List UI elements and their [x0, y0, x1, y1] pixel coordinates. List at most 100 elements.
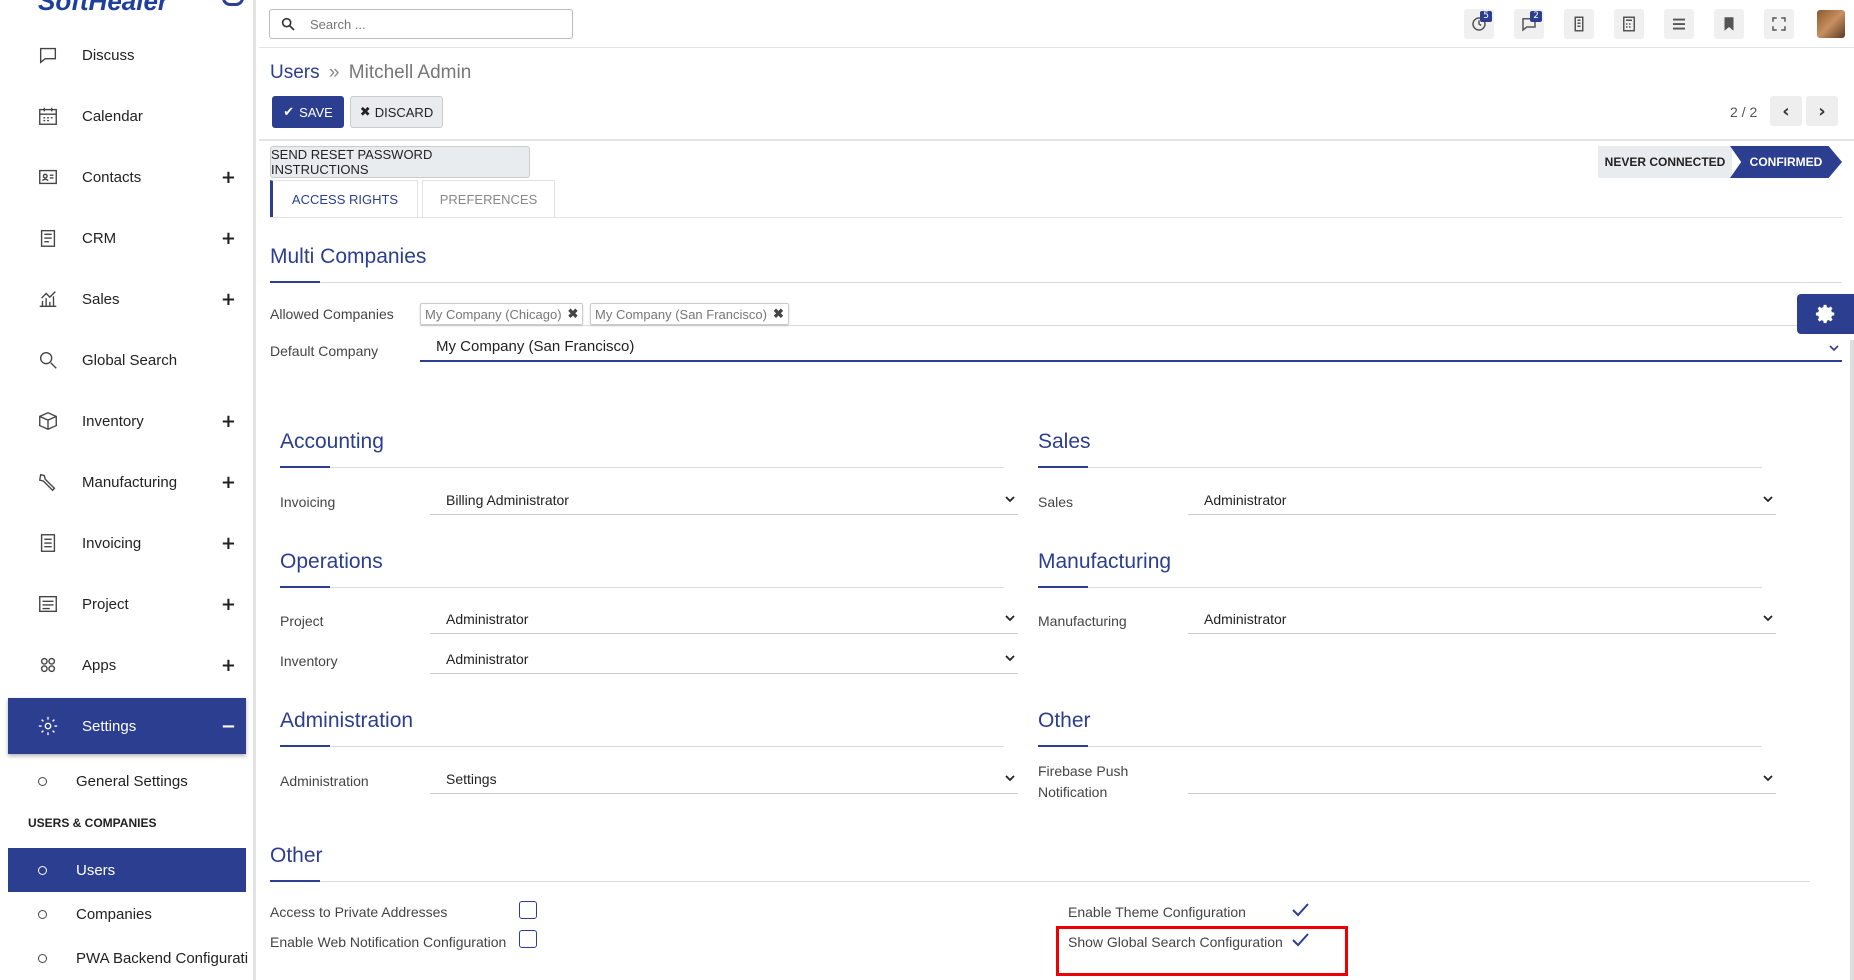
chevron-down-icon	[1005, 496, 1015, 503]
mobile-button[interactable]	[1564, 9, 1594, 39]
wrench-icon	[36, 470, 60, 494]
remove-tag-icon[interactable]: ✖	[568, 306, 579, 322]
theme-config-checkbox[interactable]	[1290, 902, 1310, 918]
sidebar-subitem-label: General Settings	[76, 772, 188, 790]
search-box[interactable]	[269, 9, 573, 39]
sidebar-item-discuss[interactable]: Discuss	[8, 27, 246, 83]
apps-icon	[36, 653, 60, 677]
invoicing-select[interactable]: Billing Administrator	[430, 485, 1018, 515]
expand-plus-icon[interactable]: +	[221, 655, 236, 676]
expand-plus-icon[interactable]: +	[221, 167, 236, 188]
search-icon	[281, 17, 295, 31]
section-divider	[280, 586, 1004, 588]
firebase-select[interactable]	[1188, 764, 1776, 794]
bullet-icon	[38, 909, 47, 919]
inventory-select[interactable]: Administrator	[430, 644, 1018, 674]
highlight-annotation-box	[1056, 926, 1348, 976]
breadcrumb-users[interactable]: Users	[270, 62, 320, 83]
menu-button[interactable]	[1664, 9, 1694, 39]
discard-button-label: DISCARD	[374, 104, 434, 120]
firebase-label-line-2: Notification	[1038, 784, 1108, 800]
expand-plus-icon[interactable]: +	[221, 472, 236, 493]
invoicing-label: Invoicing	[280, 494, 336, 510]
sidebar-item-settings[interactable]: Settings −	[8, 698, 246, 754]
sidebar-item-label: Project	[82, 595, 129, 613]
sidebar-item-contacts[interactable]: Contacts +	[8, 149, 246, 205]
sidebar-subitem-general-settings[interactable]: General Settings	[8, 759, 246, 803]
private-addresses-label: Access to Private Addresses	[270, 904, 448, 920]
bullet-icon	[38, 953, 47, 963]
chevron-down-icon	[1005, 615, 1015, 622]
sidebar-item-project[interactable]: Project +	[8, 576, 246, 632]
sidebar-item-manufacturing[interactable]: Manufacturing +	[8, 454, 246, 510]
sales-select[interactable]: Administrator	[1188, 485, 1776, 515]
sidebar-item-inventory[interactable]: Inventory +	[8, 393, 246, 449]
sidebar-item-global-search[interactable]: Global Search	[8, 332, 246, 388]
sales-label: Sales	[1038, 494, 1074, 510]
chevron-down-icon	[1763, 496, 1773, 503]
section-title-multi-companies: Multi Companies	[270, 245, 427, 268]
project-select[interactable]: Administrator	[430, 604, 1018, 634]
sidebar-item-sales[interactable]: Sales +	[8, 271, 246, 327]
search-input[interactable]	[310, 16, 550, 32]
tabs-divider	[270, 217, 1842, 218]
pager-value[interactable]: 2 / 2	[1730, 104, 1757, 120]
default-company-select[interactable]: My Company (San Francisco)	[420, 332, 1842, 362]
sidebar-item-calendar[interactable]: Calendar	[8, 88, 246, 144]
sales-value: Administrator	[1204, 491, 1287, 508]
manufacturing-select[interactable]: Administrator	[1188, 604, 1776, 634]
search-icon	[36, 348, 60, 372]
tab-preferences[interactable]: PREFERENCES	[422, 180, 555, 218]
scrollbar[interactable]	[1850, 340, 1854, 980]
sidebar-item-invoicing[interactable]: Invoicing +	[8, 515, 246, 571]
tag-company-chicago: My Company (Chicago) ✖	[420, 303, 584, 325]
default-company-label: Default Company	[270, 343, 379, 359]
expand-plus-icon[interactable]: +	[221, 533, 236, 554]
contact-card-icon	[36, 165, 60, 189]
section-divider	[280, 466, 1004, 468]
sidebar-item-label: Manufacturing	[82, 473, 178, 491]
allowed-companies-underline	[420, 325, 1842, 326]
section-title-sales: Sales	[1038, 430, 1091, 453]
section-divider	[270, 880, 1810, 882]
sidebar-item-apps[interactable]: Apps +	[8, 637, 246, 693]
private-addresses-checkbox[interactable]	[519, 901, 537, 919]
pager-next-button[interactable]: ›	[1806, 96, 1838, 126]
gear-icon	[36, 714, 60, 738]
send-reset-password-button[interactable]: SEND RESET PASSWORD INSTRUCTIONS	[270, 146, 530, 178]
settings-float-button[interactable]	[1797, 294, 1854, 334]
collapse-minus-icon[interactable]: −	[221, 716, 236, 737]
manufacturing-label: Manufacturing	[1038, 613, 1127, 629]
expand-plus-icon[interactable]: +	[221, 228, 236, 249]
discard-button[interactable]: ✖ DISCARD	[350, 96, 443, 128]
activity-button[interactable]: 5	[1464, 9, 1494, 39]
pager-previous-button[interactable]: ‹	[1770, 96, 1802, 126]
expand-plus-icon[interactable]: +	[221, 289, 236, 310]
expand-icon	[1772, 17, 1786, 31]
expand-plus-icon[interactable]: +	[221, 594, 236, 615]
project-label: Project	[280, 613, 324, 629]
expand-plus-icon[interactable]: +	[221, 411, 236, 432]
sidebar-subitem-companies[interactable]: Companies	[8, 892, 246, 936]
sidebar-subitem-pwa[interactable]: PWA Backend Configurati	[8, 936, 248, 980]
web-notification-label: Enable Web Notification Configuration	[270, 934, 507, 950]
remove-tag-icon[interactable]: ✖	[773, 306, 784, 322]
bookmark-button[interactable]	[1714, 9, 1744, 39]
user-avatar[interactable]	[1817, 10, 1845, 38]
sidebar-item-crm[interactable]: CRM +	[8, 210, 246, 266]
messages-button[interactable]: 2	[1514, 9, 1544, 39]
chevron-down-icon	[1763, 615, 1773, 622]
fullscreen-button[interactable]	[1764, 9, 1794, 39]
sidebar-toggle[interactable]	[222, 0, 244, 6]
tab-access-rights[interactable]: ACCESS RIGHTS	[270, 180, 418, 218]
save-button-label: SAVE	[299, 104, 333, 120]
sidebar-subitem-users[interactable]: Users	[8, 848, 246, 892]
calculator-button[interactable]	[1614, 9, 1644, 39]
administration-select[interactable]: Settings	[430, 764, 1018, 794]
activity-badge: 5	[1480, 11, 1492, 22]
web-notification-checkbox[interactable]	[519, 930, 537, 948]
save-button[interactable]: ✔ SAVE	[272, 96, 344, 128]
sidebar-item-label: Discuss	[82, 46, 135, 64]
chevron-down-icon	[1005, 775, 1015, 782]
section-divider	[1038, 466, 1762, 468]
